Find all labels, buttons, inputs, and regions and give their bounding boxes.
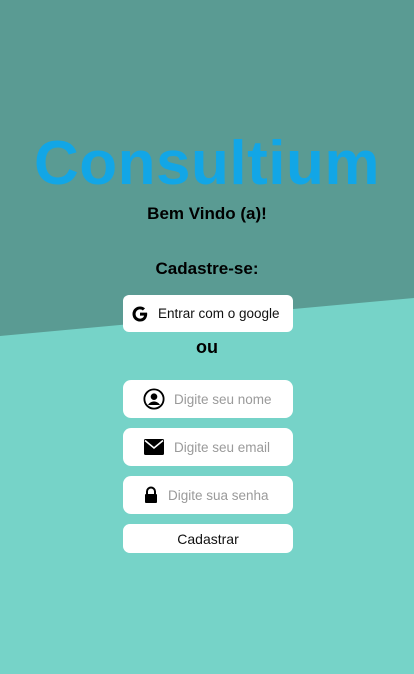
google-signin-button[interactable]: Entrar com o google <box>123 295 293 332</box>
submit-signup-button[interactable]: Cadastrar <box>123 524 293 553</box>
lock-icon <box>143 486 159 504</box>
envelope-icon <box>143 438 165 456</box>
email-input[interactable] <box>174 439 284 455</box>
google-signin-label: Entrar com o google <box>158 306 280 321</box>
name-input[interactable] <box>174 391 284 407</box>
signup-heading: Cadastre-se: <box>155 259 259 278</box>
app-logo-title: Consultium <box>34 129 380 198</box>
signup-screen: Consultium Bem Vindo (a)! Cadastre-se: E… <box>0 0 414 674</box>
email-field[interactable] <box>123 428 293 466</box>
password-field[interactable] <box>123 476 293 514</box>
welcome-text: Bem Vindo (a)! <box>147 204 267 223</box>
google-icon <box>132 306 148 321</box>
name-field[interactable] <box>123 380 293 418</box>
or-separator: ou <box>196 337 218 357</box>
user-circle-icon <box>143 388 165 410</box>
password-input[interactable] <box>168 487 278 503</box>
